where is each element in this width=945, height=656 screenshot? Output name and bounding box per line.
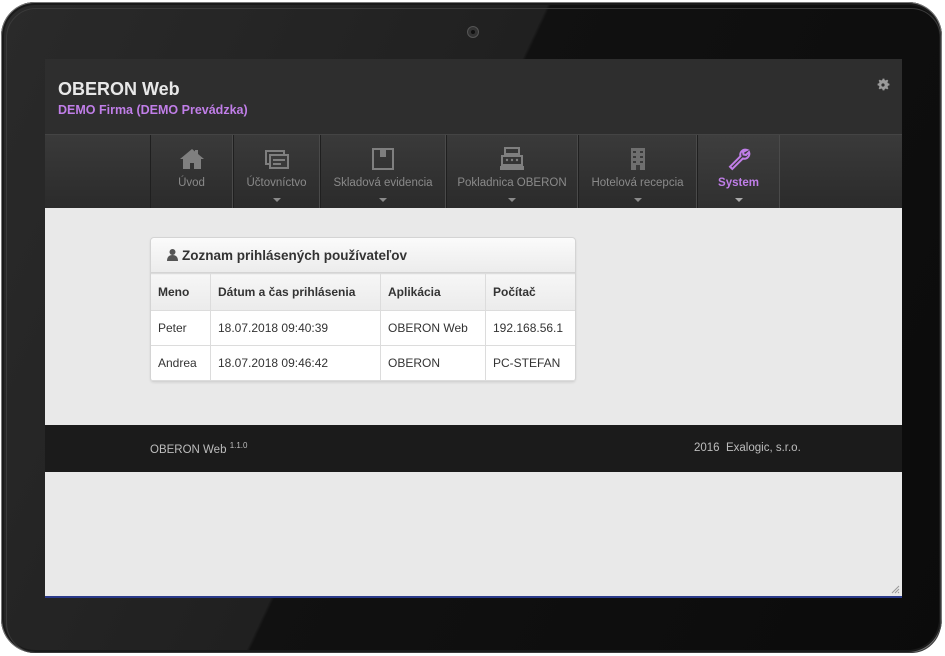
nav-item-label: Hotelová recepcia: [591, 177, 684, 189]
nav-item-label: Účtovníctvo: [246, 177, 307, 189]
column-header-aplikacia[interactable]: Aplikácia: [380, 273, 486, 311]
box-icon: [372, 148, 394, 170]
footer-version: 1.1.0: [229, 441, 248, 450]
chevron-down-icon: [379, 198, 387, 202]
main-nav: Úvod Účtovníctvo Skladová evidencia Pokl…: [45, 134, 902, 208]
cell-meno: Andrea: [151, 345, 211, 381]
footer-company: Exalogic, s.r.o.: [725, 442, 801, 454]
logged-users-panel: Zoznam prihlásených používateľov Meno Dá…: [150, 237, 576, 382]
wrench-icon: [728, 148, 750, 171]
nav-item-pokladnica[interactable]: Pokladnica OBERON: [446, 135, 578, 208]
gear-icon[interactable]: [875, 77, 891, 93]
cell-datum: 18.07.2018 09:46:42: [210, 345, 381, 381]
column-header-meno[interactable]: Meno: [151, 273, 211, 311]
company-subtitle[interactable]: DEMO Firma (DEMO Prevádzka): [58, 103, 248, 117]
table-header-row: Meno Dátum a čas prihlásenia Aplikácia P…: [151, 273, 575, 311]
footer-copyright: 2016 Exalogic, s.r.o.: [694, 442, 801, 454]
cash-register-icon: [500, 147, 524, 170]
footer-app-info: OBERON Web 1.1.0: [150, 441, 247, 456]
footer-year: 2016: [694, 442, 720, 454]
chevron-down-icon: [508, 198, 516, 202]
logged-users-table: Meno Dátum a čas prihlásenia Aplikácia P…: [151, 273, 575, 381]
nav-item-skladova-evidencia[interactable]: Skladová evidencia: [320, 135, 446, 208]
app-screen: OBERON Web DEMO Firma (DEMO Prevádzka) Ú…: [45, 59, 902, 598]
accounting-icon: [264, 150, 289, 169]
cell-aplikacia: OBERON Web: [380, 310, 486, 346]
chevron-down-icon: [734, 198, 743, 202]
column-header-datum[interactable]: Dátum a čas prihlásenia: [210, 273, 381, 311]
nav-item-label: Skladová evidencia: [333, 177, 433, 189]
nav-item-label: Pokladnica OBERON: [457, 177, 567, 189]
cell-aplikacia: OBERON: [380, 345, 486, 381]
nav-item-label: Úvod: [178, 177, 205, 189]
header: OBERON Web DEMO Firma (DEMO Prevádzka): [45, 59, 902, 134]
user-icon: [167, 249, 178, 261]
cell-pocitac: 192.168.56.1: [485, 310, 575, 346]
nav-item-label: System: [718, 177, 759, 189]
table-row[interactable]: Andrea 18.07.2018 09:46:42 OBERON PC-STE…: [151, 345, 575, 381]
nav-item-uvod[interactable]: Úvod: [150, 135, 233, 208]
nav-item-hotelova-recepcia[interactable]: Hotelová recepcia: [578, 135, 697, 208]
footer-app-name: OBERON Web: [150, 443, 227, 456]
panel-header: Zoznam prihlásených používateľov: [151, 238, 575, 273]
app-title: OBERON Web: [58, 79, 180, 99]
column-header-pocitac[interactable]: Počítač: [485, 273, 575, 311]
building-icon: [630, 148, 645, 170]
chevron-down-icon: [272, 198, 281, 202]
cell-pocitac: PC-STEFAN: [485, 345, 575, 381]
table-row[interactable]: Peter 18.07.2018 09:40:39 OBERON Web 192…: [151, 310, 575, 346]
nav-item-system[interactable]: System: [697, 135, 780, 208]
nav-item-uctovnictvo[interactable]: Účtovníctvo: [233, 135, 320, 208]
cell-meno: Peter: [151, 310, 211, 346]
chevron-down-icon: [633, 198, 642, 202]
camera-icon: [467, 26, 479, 38]
panel-title: Zoznam prihlásených používateľov: [182, 248, 407, 263]
resize-grip-icon[interactable]: [890, 584, 900, 594]
footer: OBERON Web 1.1.0 2016 Exalogic, s.r.o.: [45, 425, 902, 472]
cell-datum: 18.07.2018 09:40:39: [210, 310, 381, 346]
home-icon: [179, 149, 204, 169]
